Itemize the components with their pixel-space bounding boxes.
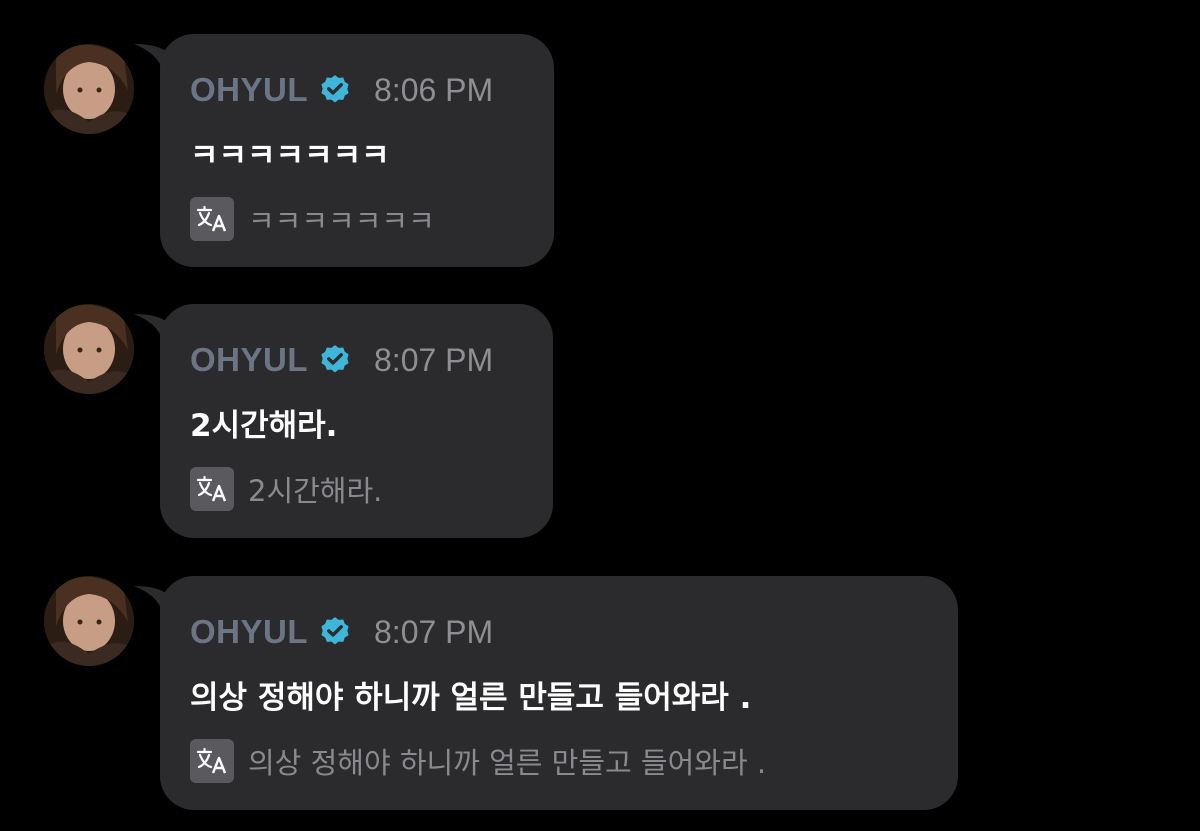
- message-bubble[interactable]: OHYUL 8:07 PM 2시간해라. 2시간해라.: [160, 304, 553, 538]
- message-bubble[interactable]: OHYUL 8:06 PM ㅋㅋㅋㅋㅋㅋㅋ ㅋㅋㅋㅋㅋㅋㅋ: [160, 34, 554, 267]
- translate-icon[interactable]: [190, 739, 234, 783]
- translation-row: 2시간해라.: [190, 467, 523, 511]
- sender-name[interactable]: OHYUL: [190, 71, 308, 109]
- sender-name[interactable]: OHYUL: [190, 341, 308, 379]
- message-header: OHYUL 8:06 PM: [190, 70, 524, 110]
- message-timestamp: 8:06 PM: [374, 71, 494, 108]
- message-header: OHYUL 8:07 PM: [190, 340, 523, 380]
- translation-text: 2시간해라.: [248, 474, 383, 508]
- verified-badge-icon: [321, 75, 349, 103]
- translation-row: ㅋㅋㅋㅋㅋㅋㅋ: [190, 197, 524, 241]
- avatar[interactable]: [44, 44, 134, 134]
- translate-icon[interactable]: [190, 197, 234, 241]
- message-header: OHYUL 8:07 PM: [190, 612, 928, 652]
- message-bubble[interactable]: OHYUL 8:07 PM 의상 정해야 하니까 얼른 만들고 들어와라 . 의…: [160, 576, 958, 810]
- message-timestamp: 8:07 PM: [374, 613, 494, 650]
- message-timestamp: 8:07 PM: [374, 341, 494, 378]
- translation-text: 의상 정해야 하니까 얼른 만들고 들어와라 .: [248, 746, 767, 780]
- avatar[interactable]: [44, 304, 134, 394]
- message-text: ㅋㅋㅋㅋㅋㅋㅋ: [190, 138, 390, 174]
- translation-text: ㅋㅋㅋㅋㅋㅋㅋ: [248, 204, 435, 238]
- translate-icon[interactable]: [190, 467, 234, 511]
- message-text: 의상 정해야 하니까 얼른 만들고 들어와라 .: [190, 680, 752, 716]
- sender-name[interactable]: OHYUL: [190, 613, 308, 651]
- avatar[interactable]: [44, 576, 134, 666]
- verified-badge-icon: [321, 345, 349, 373]
- translation-row: 의상 정해야 하니까 얼른 만들고 들어와라 .: [190, 739, 928, 783]
- verified-badge-icon: [321, 617, 349, 645]
- message-text: 2시간해라.: [190, 408, 338, 444]
